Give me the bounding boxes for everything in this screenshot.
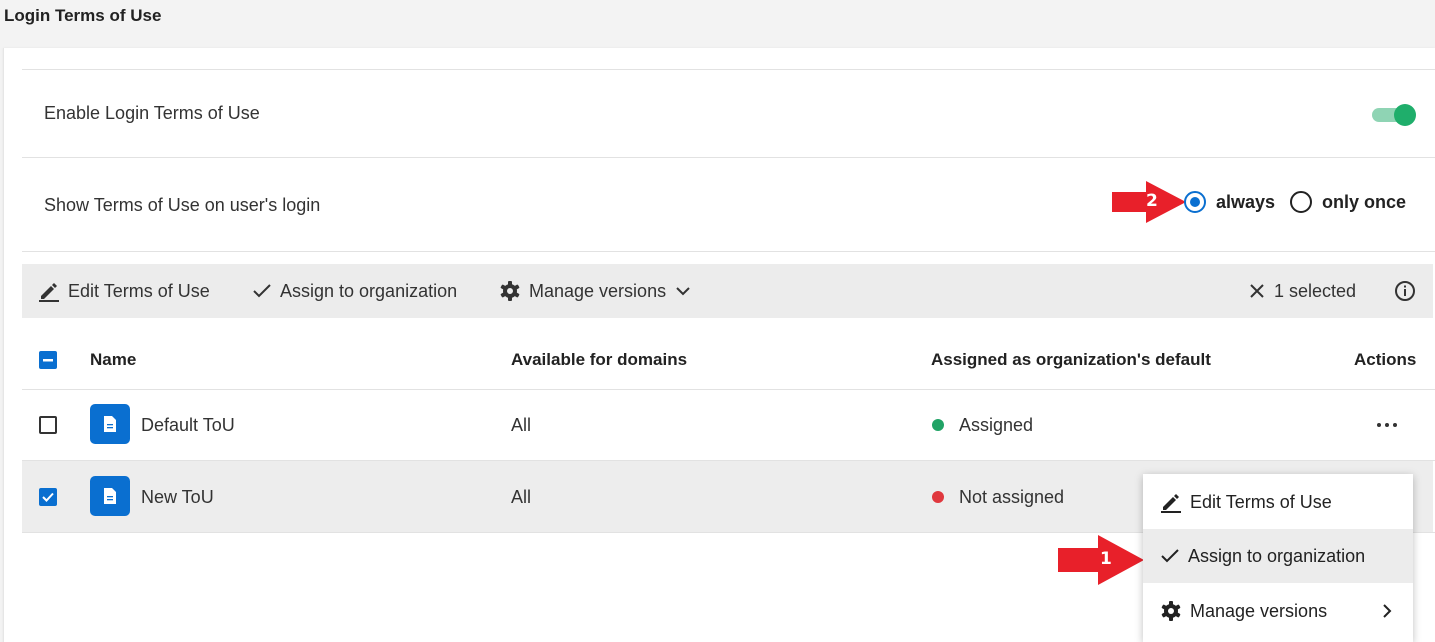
document-icon bbox=[90, 476, 130, 516]
row-context-menu: Edit Terms of Use Assign to organization… bbox=[1143, 474, 1413, 642]
row-checkbox-checked[interactable] bbox=[39, 488, 57, 506]
header-actions: Actions bbox=[1354, 350, 1417, 369]
row-domains: All bbox=[511, 487, 532, 507]
toggle-knob bbox=[1394, 104, 1416, 126]
info-button[interactable] bbox=[1394, 264, 1424, 318]
menu-item-assign[interactable]: Assign to organization bbox=[1143, 529, 1413, 583]
menu-assign-label: Assign to organization bbox=[1188, 545, 1366, 566]
header-assigned[interactable]: Assigned as organization's default bbox=[931, 350, 1211, 370]
toolbar-manage-label: Manage versions bbox=[529, 280, 667, 301]
row-domains: All bbox=[511, 415, 532, 435]
menu-edit-label: Edit Terms of Use bbox=[1190, 491, 1332, 512]
pencil-icon bbox=[39, 283, 59, 302]
divider bbox=[22, 389, 1435, 390]
gear-icon bbox=[500, 281, 520, 301]
check-icon bbox=[42, 492, 54, 502]
chevron-right-icon bbox=[1383, 604, 1392, 618]
enable-tou-toggle[interactable] bbox=[1370, 103, 1416, 126]
table-toolbar: Edit Terms of Use Assign to organization… bbox=[22, 264, 1433, 318]
radio-once-label: only once bbox=[1322, 191, 1407, 212]
pencil-icon bbox=[1161, 494, 1181, 513]
minus-icon bbox=[43, 359, 53, 362]
toolbar-edit-label: Edit Terms of Use bbox=[68, 280, 210, 301]
menu-item-manage[interactable]: Manage versions bbox=[1143, 584, 1413, 638]
check-icon bbox=[1161, 549, 1179, 563]
radio-only-once[interactable]: only once bbox=[1290, 191, 1406, 213]
selected-count: 1 selected bbox=[1274, 280, 1357, 301]
radio-always-label: always bbox=[1216, 191, 1276, 212]
toolbar-edit-button[interactable]: Edit Terms of Use bbox=[38, 264, 210, 318]
annotation-arrow-1: 1 bbox=[1058, 535, 1144, 590]
toolbar-assign-label: Assign to organization bbox=[280, 280, 458, 301]
toolbar-assign-button[interactable]: Assign to organization bbox=[252, 264, 457, 318]
more-icon bbox=[1377, 423, 1397, 427]
row-actions-button[interactable] bbox=[1376, 408, 1398, 436]
menu-item-edit[interactable]: Edit Terms of Use bbox=[1143, 475, 1413, 529]
radio-once-indicator bbox=[1290, 191, 1312, 213]
radio-always[interactable]: always bbox=[1184, 191, 1275, 213]
row-status: Not assigned bbox=[959, 487, 1065, 507]
enable-tou-label: Enable Login Terms of Use bbox=[44, 103, 260, 123]
page-title: Login Terms of Use bbox=[4, 6, 162, 25]
annotation-arrow-2: 2 bbox=[1112, 181, 1186, 228]
divider bbox=[22, 157, 1435, 158]
annotation-number-1: 1 bbox=[1100, 549, 1112, 569]
document-icon bbox=[90, 404, 130, 444]
divider bbox=[22, 69, 1435, 70]
status-dot bbox=[932, 491, 944, 503]
close-icon bbox=[1250, 284, 1264, 298]
info-icon bbox=[1395, 281, 1415, 301]
clear-selection-button[interactable]: 1 selected bbox=[1248, 264, 1356, 318]
row-name: New ToU bbox=[141, 487, 214, 507]
divider bbox=[22, 251, 1435, 252]
row-status: Assigned bbox=[959, 415, 1034, 435]
gear-icon bbox=[1161, 601, 1181, 621]
status-dot bbox=[932, 419, 944, 431]
header-name[interactable]: Name bbox=[90, 350, 136, 370]
row-checkbox[interactable] bbox=[39, 416, 57, 434]
row-name: Default ToU bbox=[141, 415, 235, 435]
chevron-down-icon bbox=[676, 287, 690, 296]
annotation-number-2: 2 bbox=[1146, 191, 1158, 211]
select-all-checkbox[interactable] bbox=[39, 351, 57, 369]
show-tou-label: Show Terms of Use on user's login bbox=[44, 195, 321, 215]
header-domains[interactable]: Available for domains bbox=[511, 350, 687, 370]
check-icon bbox=[253, 284, 271, 298]
menu-manage-label: Manage versions bbox=[1190, 600, 1328, 621]
toolbar-manage-button[interactable]: Manage versions bbox=[499, 264, 692, 318]
radio-always-indicator bbox=[1184, 191, 1206, 213]
